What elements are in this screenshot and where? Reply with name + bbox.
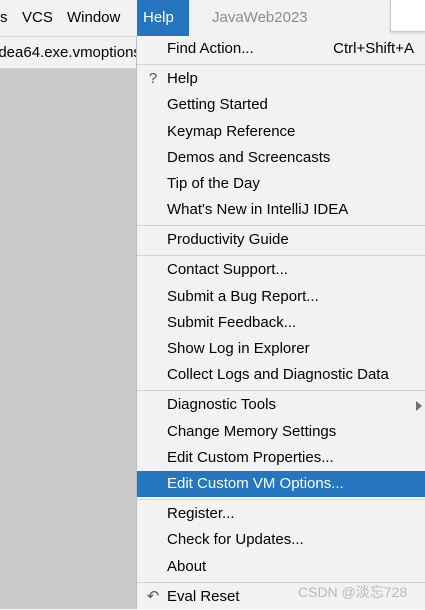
separator bbox=[137, 499, 425, 500]
menu-keymap-reference-label: Keymap Reference bbox=[167, 123, 296, 140]
editor-tab[interactable]: idea64.exe.vmoptions bbox=[0, 37, 137, 68]
menu-productivity-guide-label: Productivity Guide bbox=[167, 231, 289, 248]
menu-whats-new[interactable]: What's New in IntelliJ IDEA bbox=[137, 197, 425, 223]
undo-arrow-icon: ↶ bbox=[146, 588, 160, 605]
question-mark-icon: ? bbox=[148, 70, 158, 87]
menu-register-label: Register... bbox=[167, 505, 235, 522]
menu-diagnostic-tools[interactable]: Diagnostic Tools bbox=[137, 392, 425, 418]
menu-about-label: About bbox=[167, 558, 207, 575]
menu-getting-started-label: Getting Started bbox=[167, 96, 268, 113]
menu-submit-bug-report[interactable]: Submit a Bug Report... bbox=[137, 284, 425, 310]
menu-about[interactable]: About bbox=[137, 554, 425, 580]
window-title: JavaWeb2023 bbox=[212, 9, 308, 26]
menu-demos-screencasts-label: Demos and Screencasts bbox=[167, 149, 331, 166]
menu-change-memory-settings[interactable]: Change Memory Settings bbox=[137, 419, 425, 445]
separator bbox=[137, 390, 425, 391]
find-action-label: Find Action... bbox=[167, 40, 254, 57]
editor-area bbox=[0, 69, 137, 609]
menu-item-vcs[interactable]: VCS bbox=[16, 0, 59, 36]
menu-change-memory-label: Change Memory Settings bbox=[167, 423, 337, 440]
menu-edit-custom-vm-options[interactable]: Edit Custom VM Options... bbox=[137, 471, 425, 497]
find-action-shortcut: Ctrl+Shift+A bbox=[333, 40, 414, 57]
menu-diagnostic-tools-label: Diagnostic Tools bbox=[167, 396, 276, 413]
menu-help[interactable]: ? Help bbox=[137, 66, 425, 92]
toolbar-widget[interactable] bbox=[390, 0, 425, 32]
menu-collect-logs[interactable]: Collect Logs and Diagnostic Data bbox=[137, 362, 425, 388]
menu-contact-support[interactable]: Contact Support... bbox=[137, 257, 425, 283]
menu-submit-bug-report-label: Submit a Bug Report... bbox=[167, 288, 319, 305]
separator bbox=[137, 64, 425, 65]
menu-register[interactable]: Register... bbox=[137, 501, 425, 527]
menu-tip-of-the-day[interactable]: Tip of the Day bbox=[137, 171, 425, 197]
menu-collect-logs-label: Collect Logs and Diagnostic Data bbox=[167, 366, 389, 383]
editor-tab-strip: idea64.exe.vmoptions bbox=[0, 37, 137, 69]
menu-keymap-reference[interactable]: Keymap Reference bbox=[137, 119, 425, 145]
menu-eval-reset-label: Eval Reset bbox=[167, 588, 240, 605]
separator bbox=[137, 255, 425, 256]
menu-edit-custom-properties[interactable]: Edit Custom Properties... bbox=[137, 445, 425, 471]
help-dropdown-menu: Find Action... Ctrl+Shift+A ? Help Getti… bbox=[136, 36, 425, 609]
menu-check-for-updates-label: Check for Updates... bbox=[167, 531, 304, 548]
menu-getting-started[interactable]: Getting Started bbox=[137, 92, 425, 118]
menu-show-log-label: Show Log in Explorer bbox=[167, 340, 310, 357]
menu-whats-new-label: What's New in IntelliJ IDEA bbox=[167, 201, 349, 218]
menu-submit-feedback[interactable]: Submit Feedback... bbox=[137, 310, 425, 336]
menu-edit-custom-properties-label: Edit Custom Properties... bbox=[167, 449, 334, 466]
menu-tip-of-the-day-label: Tip of the Day bbox=[167, 175, 260, 192]
menu-find-action[interactable]: Find Action... Ctrl+Shift+A bbox=[137, 36, 425, 62]
menu-item-help[interactable]: Help bbox=[137, 0, 189, 36]
watermark: CSDN @淡忘728 bbox=[298, 584, 408, 600]
menu-contact-support-label: Contact Support... bbox=[167, 261, 288, 278]
menu-submit-feedback-label: Submit Feedback... bbox=[167, 314, 297, 331]
menu-edit-custom-vm-options-label: Edit Custom VM Options... bbox=[167, 475, 344, 492]
menu-check-for-updates[interactable]: Check for Updates... bbox=[137, 527, 425, 553]
menu-bar: s VCS Window Help JavaWeb2023 bbox=[0, 0, 425, 37]
menu-help-label: Help bbox=[167, 70, 198, 87]
menu-show-log-in-explorer[interactable]: Show Log in Explorer bbox=[137, 336, 425, 362]
submenu-arrow-icon bbox=[416, 401, 422, 411]
menu-productivity-guide[interactable]: Productivity Guide bbox=[137, 227, 425, 253]
separator bbox=[137, 225, 425, 226]
menu-demos-screencasts[interactable]: Demos and Screencasts bbox=[137, 145, 425, 171]
menu-item-window[interactable]: Window bbox=[61, 0, 126, 36]
menu-item-truncated[interactable]: s bbox=[0, 0, 14, 36]
